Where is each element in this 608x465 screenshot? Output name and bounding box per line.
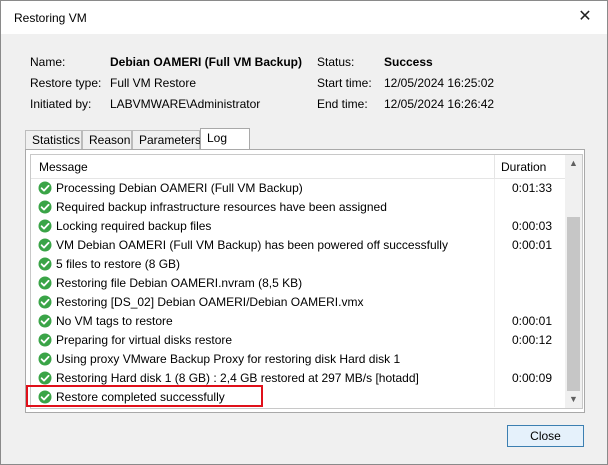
success-check-icon: [38, 257, 52, 271]
log-duration: 0:00:12: [511, 333, 552, 347]
row-column-divider: [494, 331, 495, 350]
log-message: Restoring [DS_02] Debian OAMERI/Debian O…: [56, 295, 364, 309]
log-row[interactable]: Restoring file Debian OAMERI.nvram (8,5 …: [31, 274, 565, 293]
row-column-divider: [494, 255, 495, 274]
log-duration: 0:00:03: [511, 219, 552, 233]
start-time-value: 12/05/2024 16:25:02: [384, 76, 495, 90]
success-check-icon: [38, 238, 52, 252]
tab-parameters[interactable]: Parameters: [132, 130, 201, 149]
log-grid: Message Duration Processing Debian OAMER…: [30, 154, 583, 409]
row-column-divider: [494, 293, 495, 312]
end-time-label: End time:: [317, 97, 368, 111]
log-row[interactable]: Locking required backup files 0:00:03: [31, 217, 565, 236]
success-check-icon: [38, 276, 52, 290]
log-message: Processing Debian OAMERI (Full VM Backup…: [56, 181, 303, 195]
row-column-divider: [494, 179, 495, 198]
log-row[interactable]: Processing Debian OAMERI (Full VM Backup…: [31, 179, 565, 198]
row-column-divider: [494, 350, 495, 369]
log-grid-header: Message Duration: [31, 155, 565, 179]
log-row[interactable]: Restoring [DS_02] Debian OAMERI/Debian O…: [31, 293, 565, 312]
row-column-divider: [494, 198, 495, 217]
log-row[interactable]: Preparing for virtual disks restore 0:00:…: [31, 331, 565, 350]
title-bar: Restoring VM ✕: [1, 1, 607, 34]
log-message: Using proxy VMware Backup Proxy for rest…: [56, 352, 401, 366]
status-value: Success: [384, 55, 433, 69]
row-column-divider: [494, 217, 495, 236]
restore-type-label: Restore type:: [30, 76, 102, 90]
name-label: Name:: [30, 55, 66, 69]
log-duration: 0:01:33: [511, 181, 552, 195]
row-column-divider: [494, 236, 495, 255]
success-check-icon: [38, 181, 52, 195]
row-column-divider: [494, 388, 495, 407]
tab-statistics[interactable]: Statistics: [25, 130, 82, 149]
tab-log[interactable]: Log: [200, 128, 250, 150]
restoring-vm-dialog: Restoring VM ✕ Name: Debian OAMERI (Full…: [0, 0, 608, 465]
log-message: 5 files to restore (8 GB): [56, 257, 181, 271]
scroll-up-icon[interactable]: ▲: [565, 155, 582, 172]
log-duration: 0:00:09: [511, 371, 552, 385]
log-message: Required backup infrastructure resources…: [56, 200, 387, 214]
scroll-down-icon[interactable]: ▼: [565, 391, 582, 408]
log-message: Locking required backup files: [56, 219, 212, 233]
log-message: VM Debian OAMERI (Full VM Backup) has be…: [56, 238, 448, 252]
start-time-label: Start time:: [317, 76, 372, 90]
log-row[interactable]: 5 files to restore (8 GB): [31, 255, 565, 274]
end-time-value: 12/05/2024 16:26:42: [384, 97, 495, 111]
log-duration: 0:00:01: [511, 314, 552, 328]
log-rows: Processing Debian OAMERI (Full VM Backup…: [31, 179, 565, 407]
close-icon[interactable]: ✕: [575, 7, 595, 27]
success-check-icon: [38, 314, 52, 328]
row-column-divider: [494, 369, 495, 388]
highlight-box: [26, 385, 263, 407]
log-message: Restoring Hard disk 1 (8 GB) : 2,4 GB re…: [56, 371, 419, 385]
scrollbar-thumb[interactable]: [567, 217, 580, 391]
log-message: Restoring file Debian OAMERI.nvram (8,5 …: [56, 276, 303, 290]
initiated-by-label: Initiated by:: [30, 97, 92, 111]
message-column-header[interactable]: Message: [39, 160, 88, 174]
initiated-by-value: LABVMWARE\Administrator: [110, 97, 261, 111]
window-title: Restoring VM: [14, 11, 87, 25]
success-check-icon: [38, 200, 52, 214]
success-check-icon: [38, 333, 52, 347]
name-value: Debian OAMERI (Full VM Backup): [110, 55, 303, 69]
log-row[interactable]: VM Debian OAMERI (Full VM Backup) has be…: [31, 236, 565, 255]
column-divider[interactable]: [494, 155, 495, 178]
success-check-icon: [38, 295, 52, 309]
restore-type-value: Full VM Restore: [110, 76, 197, 90]
log-message: No VM tags to restore: [56, 314, 173, 328]
log-row[interactable]: Using proxy VMware Backup Proxy for rest…: [31, 350, 565, 369]
log-duration: 0:00:01: [511, 238, 552, 252]
success-check-icon: [38, 371, 52, 385]
tab-reason[interactable]: Reason: [82, 130, 132, 149]
close-button[interactable]: Close: [507, 425, 584, 447]
log-row[interactable]: No VM tags to restore 0:00:01: [31, 312, 565, 331]
success-check-icon: [38, 219, 52, 233]
log-row[interactable]: Required backup infrastructure resources…: [31, 198, 565, 217]
success-check-icon: [38, 352, 52, 366]
log-tab-panel: Message Duration Processing Debian OAMER…: [25, 149, 585, 413]
status-label: Status:: [317, 55, 355, 69]
vertical-scrollbar[interactable]: ▲ ▼: [565, 155, 582, 408]
log-message: Preparing for virtual disks restore: [56, 333, 233, 347]
duration-column-header[interactable]: Duration: [501, 160, 546, 174]
row-column-divider: [494, 274, 495, 293]
row-column-divider: [494, 312, 495, 331]
